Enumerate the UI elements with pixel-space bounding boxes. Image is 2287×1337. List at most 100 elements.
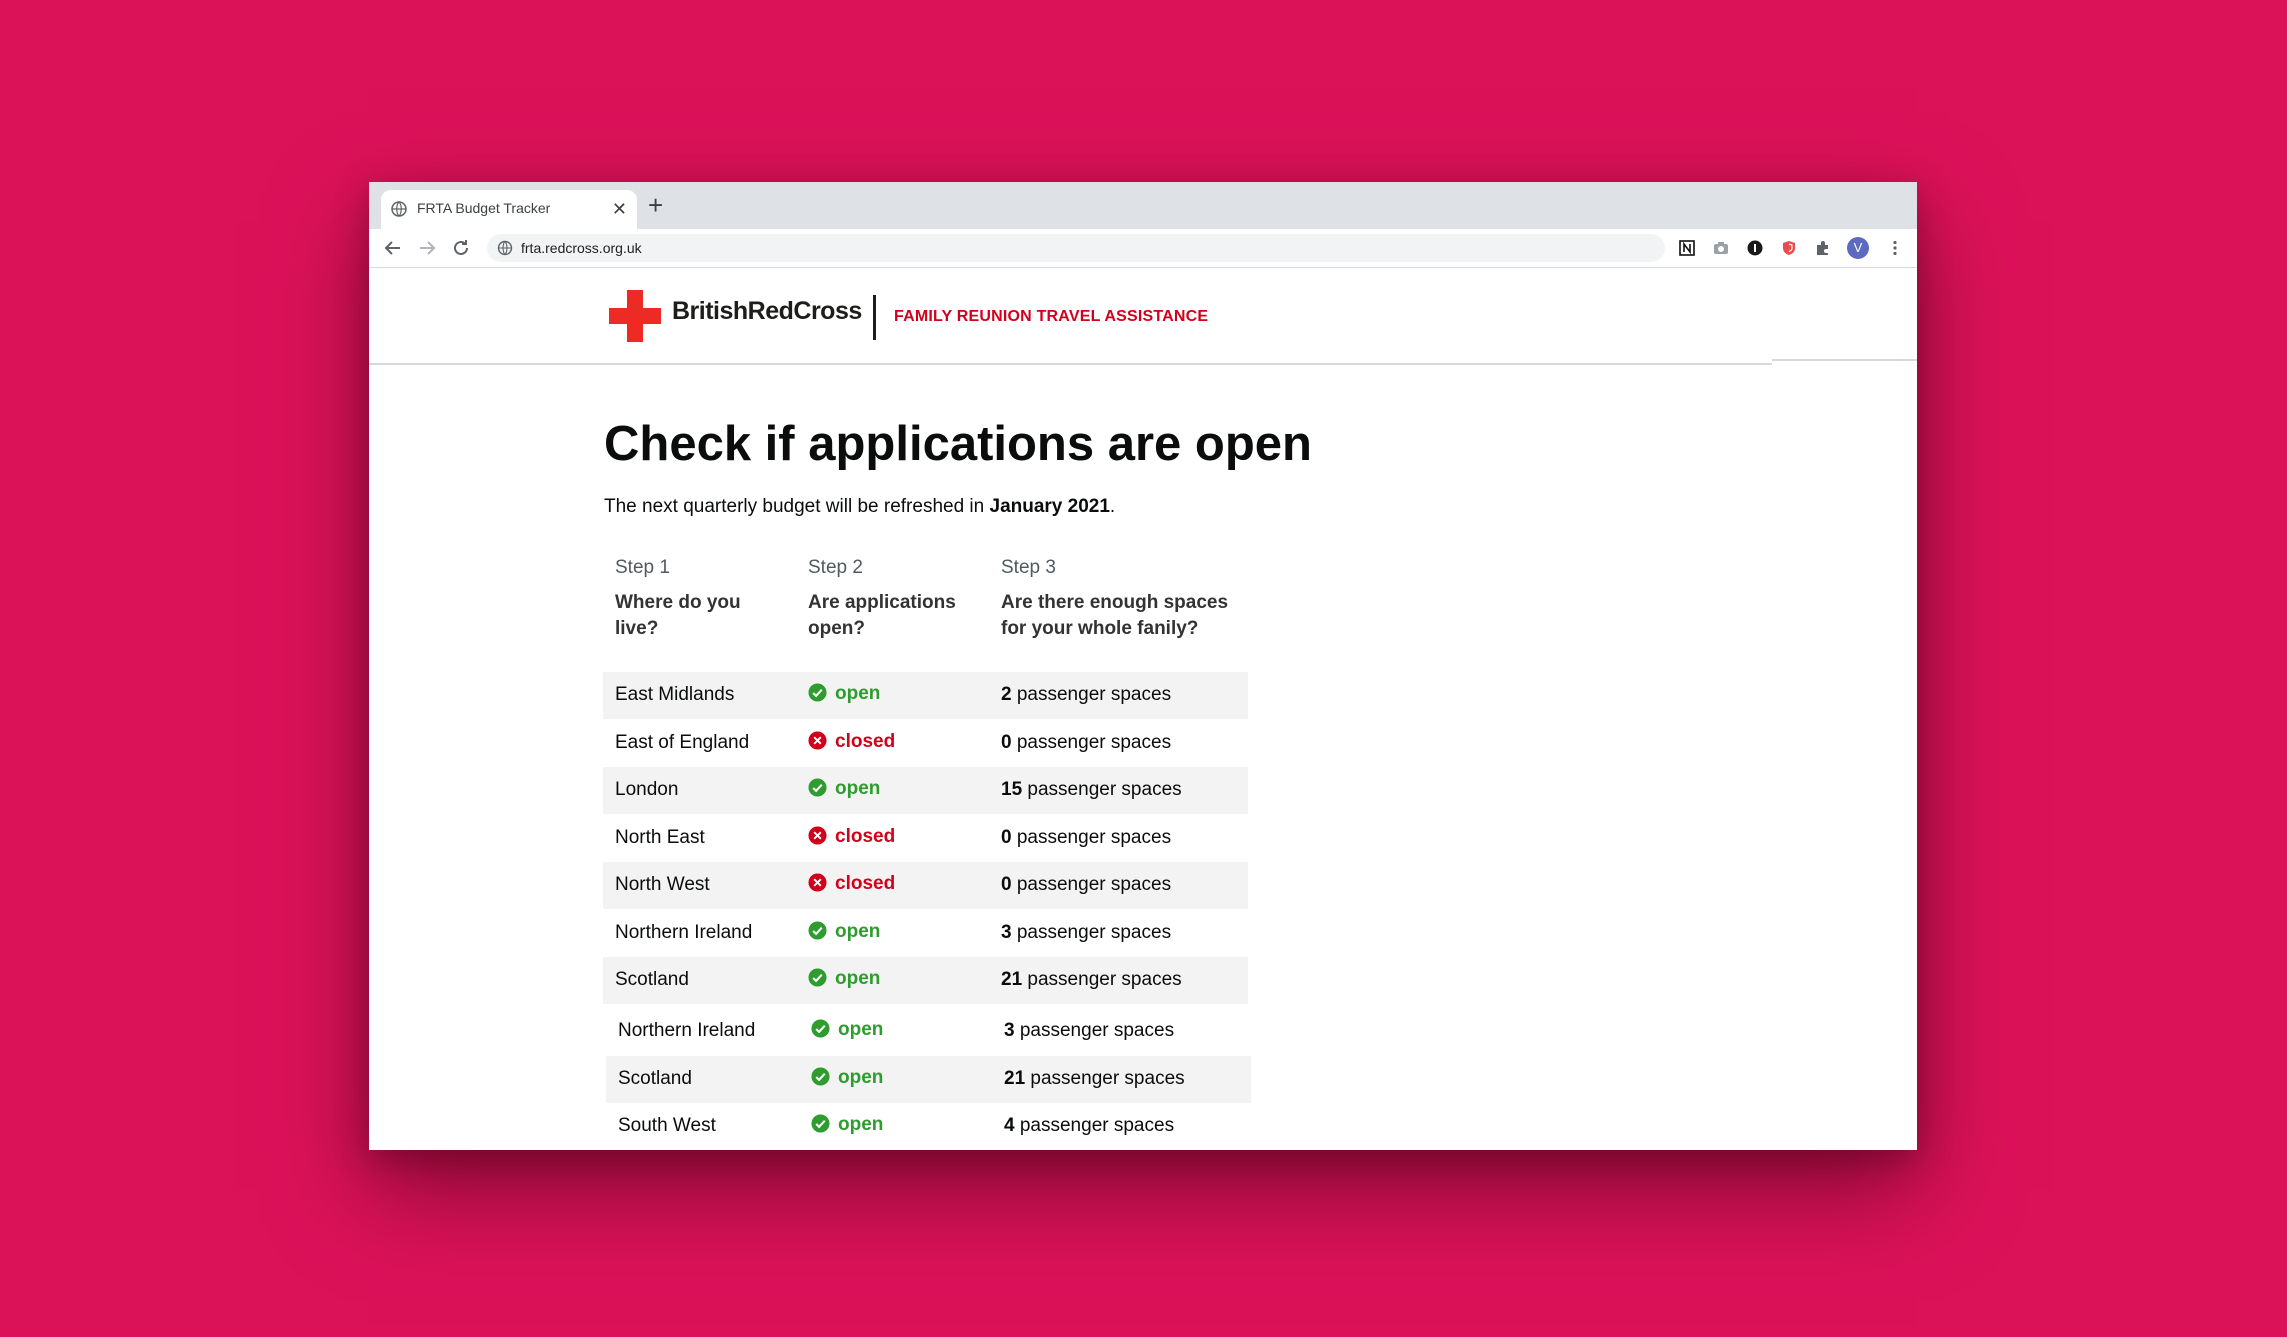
back-arrow-icon[interactable]: [381, 236, 405, 260]
address-bar[interactable]: frta.redcross.org.uk: [487, 234, 1665, 262]
spaces-suffix: passenger spaces: [1019, 1020, 1175, 1041]
lead-suffix: .: [1109, 496, 1116, 517]
status-label: open: [835, 920, 881, 942]
profile-avatar[interactable]: V: [1847, 237, 1869, 259]
site-header: BritishRedCross FAMILY REUNION TRAVEL AS…: [369, 268, 1917, 365]
logo-wordmark[interactable]: BritishRedCross: [672, 297, 862, 326]
spaces-cell: 0 passenger spaces: [1001, 827, 1171, 849]
spaces-cell: 21 passenger spaces: [1001, 969, 1182, 991]
status-label: closed: [835, 730, 896, 752]
header-border-right: [1772, 359, 1917, 361]
cross-circle-icon: [808, 730, 827, 750]
spaces-cell: 0 passenger spaces: [1001, 732, 1171, 754]
spaces-cell: 21 passenger spaces: [1004, 1068, 1185, 1090]
table-row: East Midlands open 2 passenger spaces: [603, 672, 1248, 719]
region-name: Scotland: [618, 1067, 692, 1089]
check-circle-icon: [811, 1019, 830, 1038]
red-cross-logo-icon[interactable]: [609, 290, 661, 342]
status-cell: open: [808, 778, 880, 800]
browser-tab[interactable]: FRTA Budget Tracker ✕: [381, 190, 637, 229]
step-2-label: Step 2: [808, 557, 863, 578]
check-circle-icon: [811, 1066, 830, 1086]
spaces-count: 4: [1004, 1115, 1015, 1136]
page-title: Check if applications are open: [604, 417, 1312, 471]
lead-prefix: The next quarterly budget will be refres…: [604, 496, 990, 517]
status-label: closed: [835, 825, 896, 847]
table-row: East of England closed 0 passenger spaces: [603, 720, 1248, 767]
spaces-suffix: passenger spaces: [1030, 1067, 1185, 1089]
cross-circle-icon: [808, 873, 827, 892]
spaces-count: 2: [1001, 684, 1012, 705]
browser-window: FRTA Budget Tracker ✕ + frta.redcross.or…: [369, 182, 1917, 1150]
tab-title: FRTA Budget Tracker: [417, 200, 551, 216]
table-row: Scotland open 21 passenger spaces: [603, 957, 1248, 1004]
lead-date: January 2021: [989, 496, 1110, 517]
password-manager-icon[interactable]: [1745, 238, 1765, 258]
logo-divider: [873, 295, 876, 340]
check-circle-icon: [808, 920, 827, 940]
globe-icon: [497, 240, 513, 256]
spaces-suffix: passenger spaces: [1016, 684, 1172, 705]
region-name: Scotland: [615, 969, 689, 990]
spaces-suffix: passenger spaces: [1027, 779, 1182, 800]
check-circle-icon: [808, 968, 827, 987]
status-label: open: [838, 1019, 884, 1040]
puzzle-icon[interactable]: [1813, 238, 1833, 258]
more-menu-icon[interactable]: [1885, 238, 1905, 258]
camera-icon[interactable]: [1711, 238, 1731, 258]
status-cell: open: [811, 1114, 883, 1136]
status-label: open: [835, 968, 881, 989]
spaces-suffix: passenger spaces: [1016, 921, 1172, 943]
status-label: open: [835, 683, 881, 704]
spaces-cell: 3 passenger spaces: [1004, 1020, 1174, 1042]
status-cell: closed: [808, 826, 895, 848]
table-row: South West open 4 passenger spaces: [606, 1103, 1251, 1150]
spaces-count: 21: [1001, 969, 1023, 990]
status-cell: open: [811, 1067, 883, 1089]
table-row: Northern Ireland open 3 passenger spaces: [606, 1008, 1251, 1055]
table-row: London open 15 passenger spaces: [603, 767, 1248, 814]
status-cell: closed: [808, 873, 895, 895]
new-tab-button[interactable]: +: [648, 190, 663, 220]
status-cell: open: [808, 968, 880, 990]
table-row: North East closed 0 passenger spaces: [603, 815, 1248, 862]
spaces-count: 15: [1001, 779, 1023, 800]
step-3-label: Step 3: [1001, 557, 1056, 578]
service-name[interactable]: FAMILY REUNION TRAVEL ASSISTANCE: [894, 308, 1208, 326]
spaces-count: 0: [1001, 826, 1012, 848]
spaces-count: 21: [1004, 1067, 1026, 1089]
spaces-suffix: passenger spaces: [1019, 1115, 1175, 1136]
web-page: BritishRedCross FAMILY REUNION TRAVEL AS…: [369, 268, 1917, 1150]
reload-icon[interactable]: [449, 236, 473, 260]
region-name: Northern Ireland: [615, 921, 753, 943]
spaces-count: 0: [1001, 874, 1012, 895]
url-text: frta.redcross.org.uk: [521, 240, 642, 256]
region-name: North West: [615, 874, 710, 895]
spaces-count: 3: [1001, 921, 1012, 943]
forward-arrow-icon[interactable]: [415, 236, 439, 260]
check-circle-icon: [811, 1114, 830, 1133]
browser-toolbar: frta.redcross.org.uk V: [369, 229, 1917, 268]
spaces-cell: 3 passenger spaces: [1001, 922, 1171, 944]
table-row: Northern Ireland open 3 passenger spaces: [603, 910, 1248, 957]
close-tab-icon[interactable]: ✕: [612, 199, 627, 219]
notion-icon[interactable]: [1677, 238, 1697, 258]
spaces-suffix: passenger spaces: [1016, 826, 1172, 848]
spaces-suffix: passenger spaces: [1027, 969, 1182, 990]
step-1-label: Step 1: [615, 557, 670, 578]
status-cell: open: [808, 683, 880, 705]
region-name: East of England: [615, 731, 750, 753]
region-name: Northern Ireland: [618, 1020, 756, 1041]
spaces-cell: 15 passenger spaces: [1001, 779, 1182, 801]
table-row: Scotland open 21 passenger spaces: [606, 1055, 1251, 1103]
region-name: South West: [618, 1115, 716, 1136]
shield-icon[interactable]: [1779, 238, 1799, 258]
status-label: open: [835, 778, 881, 799]
tab-strip: FRTA Budget Tracker ✕ +: [369, 182, 1917, 229]
status-label: open: [838, 1066, 884, 1088]
step-2-question: Are applications open?: [808, 592, 956, 639]
status-cell: open: [808, 921, 880, 943]
step-1-question: Where do you live?: [615, 592, 741, 639]
spaces-count: 3: [1004, 1020, 1015, 1041]
cross-circle-icon: [808, 825, 827, 845]
